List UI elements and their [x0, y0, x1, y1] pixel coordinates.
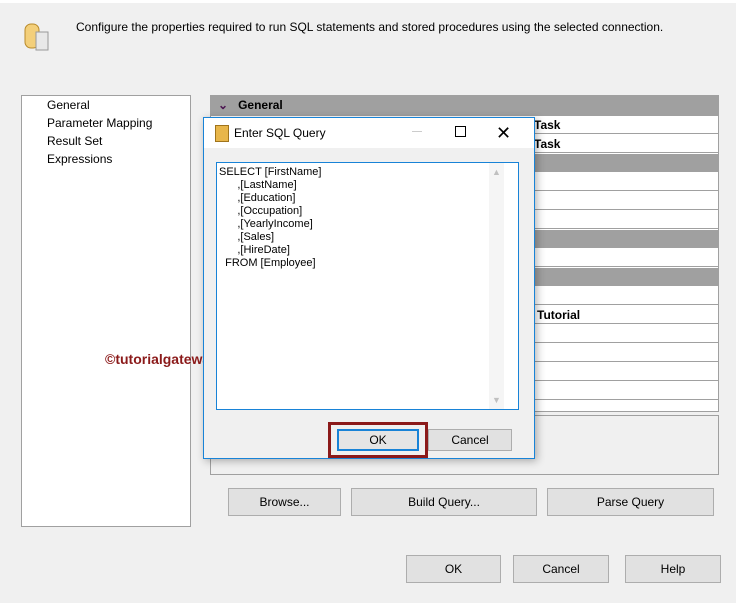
nav-item-general[interactable]: General — [22, 96, 190, 114]
close-icon[interactable]: ✕ — [496, 118, 511, 148]
nav-item-parameter-mapping[interactable]: Parameter Mapping — [22, 114, 190, 132]
enter-sql-query-dialog: Enter SQL Query ✕ SELECT [FirstName] ,[L… — [203, 117, 535, 459]
grid-value: Tutorial — [537, 308, 581, 322]
nav-item-result-set[interactable]: Result Set — [22, 132, 190, 150]
ok-button[interactable]: OK — [406, 555, 501, 583]
nav-item-expressions[interactable]: Expressions — [22, 150, 190, 168]
dialog-titlebar: Enter SQL Query ✕ — [204, 118, 534, 148]
dialog-app-icon — [215, 125, 229, 142]
grid-value: Task — [534, 118, 561, 132]
top-border — [0, 0, 736, 3]
nav-list: General Parameter Mapping Result Set Exp… — [21, 95, 191, 527]
minimize-icon[interactable] — [412, 131, 422, 132]
sql-scrollbar[interactable]: ▲ ▼ — [489, 163, 504, 409]
help-button[interactable]: Help — [625, 555, 721, 583]
sql-query-textarea[interactable]: SELECT [FirstName] ,[LastName] ,[Educati… — [216, 162, 519, 410]
build-query-button[interactable]: Build Query... — [351, 488, 537, 516]
sql-task-icon — [24, 20, 50, 52]
grid-value: Task — [534, 137, 561, 151]
parse-query-button[interactable]: Parse Query — [547, 488, 714, 516]
maximize-icon[interactable] — [455, 126, 466, 137]
header-description: Configure the properties required to run… — [76, 20, 664, 34]
dialog-ok-button[interactable]: OK — [337, 429, 419, 451]
category-general[interactable]: ⌄ General — [211, 96, 718, 116]
cancel-button[interactable]: Cancel — [513, 555, 609, 583]
browse-button[interactable]: Browse... — [228, 488, 341, 516]
category-label: General — [238, 98, 283, 112]
dialog-title: Enter SQL Query — [234, 126, 326, 140]
dialog-cancel-button[interactable]: Cancel — [428, 429, 512, 451]
